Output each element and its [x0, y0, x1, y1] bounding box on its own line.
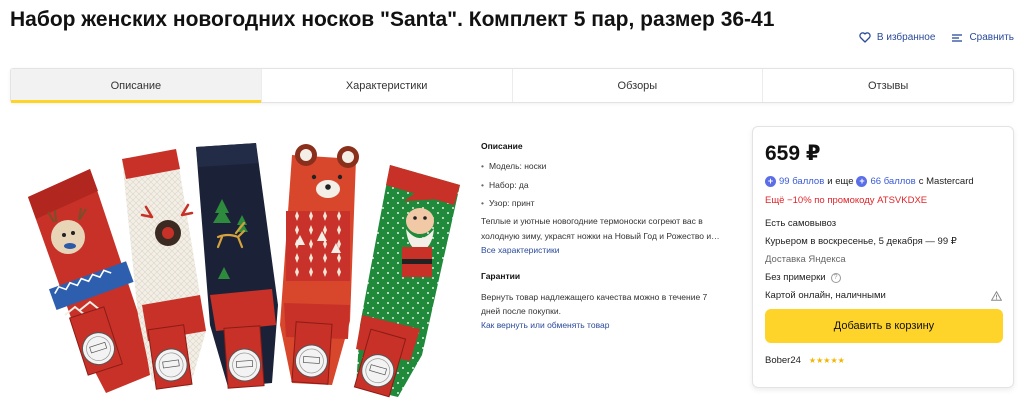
plus-points-icon: +: [856, 176, 868, 187]
tab-description[interactable]: Описание: [11, 69, 262, 103]
compare-button[interactable]: Сравнить: [951, 32, 1014, 43]
tab-reviews[interactable]: Отзывы: [763, 69, 1013, 102]
product-tabs: Описание Характеристики Обзоры Отзывы: [10, 68, 1014, 103]
offer-card: 659 ₽ + 99 баллов и еще + 66 баллов с Ma…: [752, 126, 1014, 388]
seller-info: Bober24 ★★★★★: [765, 355, 1002, 366]
bonus-mastercard-suffix: с Mastercard: [918, 176, 974, 187]
tab-specifications[interactable]: Характеристики: [262, 69, 513, 102]
product-image[interactable]: [10, 125, 470, 400]
spec-item: Набор: да: [481, 179, 739, 192]
bonus-row: + 99 баллов и еще + 66 баллов с Masterca…: [765, 176, 1002, 187]
favorite-button[interactable]: В избранное: [859, 32, 936, 43]
compare-label: Сравнить: [969, 32, 1014, 43]
delivery-provider: Доставка Яндекса: [765, 254, 846, 265]
no-fitting-label: Без примерки: [765, 272, 826, 283]
bonus-points[interactable]: 99 баллов: [779, 176, 824, 187]
add-to-cart-button[interactable]: Добавить в корзину: [765, 309, 1003, 343]
compare-icon: [952, 33, 963, 42]
courier-info: Курьером в воскресенье, 5 декабря — 99 ₽: [765, 236, 957, 247]
warning-icon[interactable]: [991, 290, 1002, 301]
description-text-line: холодную зиму, украсят ножки на Новый Го…: [481, 230, 720, 241]
spec-list: Модель: носки Набор: да Узор: принт: [481, 160, 739, 209]
description-heading: Описание: [481, 141, 523, 151]
pickup-info: Есть самовывоз: [765, 218, 837, 229]
payment-methods: Картой онлайн, наличными: [765, 290, 886, 301]
seller-rating-stars: ★★★★★: [808, 356, 845, 365]
fitting-info: Без примерки ?: [765, 272, 1002, 283]
favorite-label: В избранное: [876, 32, 936, 43]
all-specs-link[interactable]: Все характеристики: [481, 244, 739, 256]
return-policy-link[interactable]: Как вернуть или обменять товар: [481, 319, 739, 331]
product-actions: В избранное Сравнить: [859, 32, 1014, 43]
guarantee-text-line: Вернуть товар надлежащего качества можно…: [481, 291, 708, 302]
bonus-mastercard-points[interactable]: 66 баллов: [870, 176, 915, 187]
guarantee-heading: Гарантии: [481, 271, 521, 282]
guarantee-text-line: дней после покупки.: [481, 305, 561, 316]
bonus-and: и еще: [827, 176, 854, 187]
question-icon[interactable]: ?: [830, 272, 841, 283]
promo-code-text[interactable]: Ещё −10% по промокоду ATSVKDXE: [765, 195, 1002, 206]
seller-name[interactable]: Bober24: [765, 355, 801, 366]
plus-points-icon: +: [765, 176, 776, 187]
spec-item: Узор: принт: [481, 197, 739, 210]
payment-info: Картой онлайн, наличными: [765, 290, 1002, 301]
price: 659 ₽: [765, 142, 821, 165]
description-text-line: Теплые и уютные новогодние термоноски со…: [481, 216, 703, 227]
product-title: Набор женских новогодних носков "Santa".…: [10, 8, 775, 31]
heart-icon: [859, 32, 871, 43]
description-section: Описание Модель: носки Набор: да Узор: п…: [481, 140, 739, 331]
spec-item: Модель: носки: [481, 160, 739, 173]
tab-reviews-video[interactable]: Обзоры: [513, 69, 764, 102]
